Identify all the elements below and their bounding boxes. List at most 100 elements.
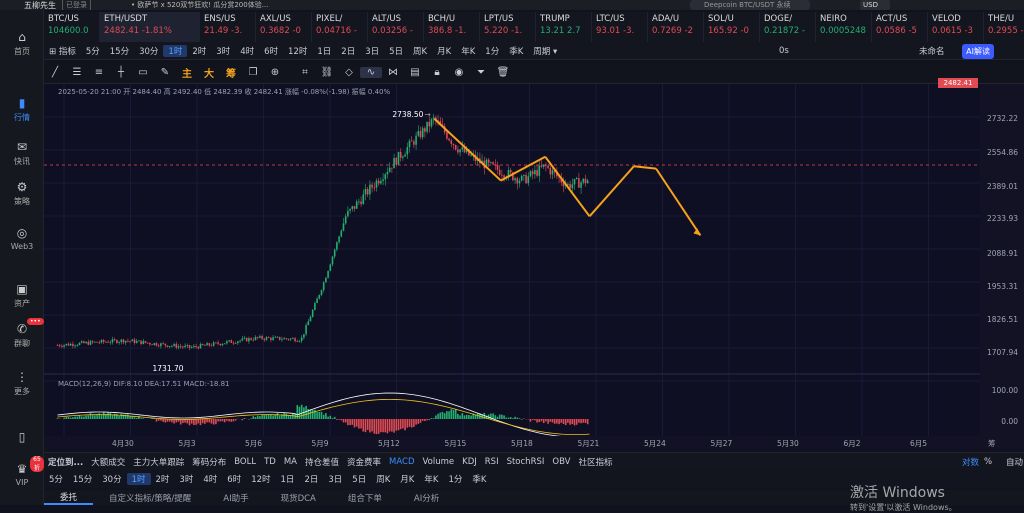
timeframe-18[interactable]: 季K [504,45,528,57]
indicator-15[interactable]: 社区指标 [574,456,616,468]
timeframe-11[interactable]: 2日 [336,45,360,57]
price-axis[interactable]: 2732.222554.862389.012233.932088.911953.… [980,84,1024,436]
bottom-period-2[interactable]: 30分 [97,473,126,485]
visible-icon[interactable]: ◉ [448,67,470,78]
link-icon[interactable]: ⛓ [316,67,338,78]
pen-icon[interactable]: ✎ [154,67,176,78]
copy-icon[interactable]: ❐ [242,67,264,78]
fib-icon[interactable]: ≡ [88,67,110,78]
timeframe-12[interactable]: 3日 [360,45,384,57]
indicator-6[interactable]: MA [280,457,301,467]
ticker-4[interactable]: PIXEL/0.04716 - [312,12,368,42]
indicator-7[interactable]: 持仓差值 [301,456,343,468]
timeframe-6[interactable]: 3时 [211,45,235,57]
bottom-period-12[interactable]: 5日 [347,473,371,485]
timeframe-7[interactable]: 4时 [235,45,259,57]
ticker-11[interactable]: SOL/U165.92 -0 [704,12,760,42]
rectangle-icon[interactable]: ▭ [132,67,154,78]
bottom-period-8[interactable]: 12时 [246,473,275,485]
filter-icon[interactable]: ⏷ [470,67,492,78]
timeframe-15[interactable]: 月K [432,45,456,57]
search-input[interactable]: Deepcoin BTC/USDT 永续 [690,0,810,10]
main-force-tool[interactable]: 主 [176,65,198,80]
indicator-14[interactable]: OBV [548,457,574,467]
period-dropdown[interactable]: 周期 ▾ [528,45,562,57]
sidebar-item-9[interactable]: ♛VIP65折 [0,462,44,487]
indicator-11[interactable]: KDJ [458,457,481,467]
sidebar-item-6[interactable]: ✆群聊••• [0,322,44,349]
indicator-8[interactable]: 资金费率 [343,456,385,468]
sidebar-item-7[interactable]: ⋮更多 [0,370,44,397]
timeframe-2[interactable]: 15分 [105,45,134,57]
indicator-9[interactable]: MACD [385,457,418,467]
indicator-right-2[interactable]: 自动 [1002,456,1024,468]
ticker-10[interactable]: ADA/U0.7269 -2 [648,12,704,42]
horizontal-lines-icon[interactable]: ☰ [66,67,88,78]
plus-icon[interactable]: ⊕ [264,67,286,78]
indicator-5[interactable]: TD [260,457,280,467]
ticker-13[interactable]: NEIRO0.0005248 [816,12,872,42]
ticker-12[interactable]: DOGE/0.21872 - [760,12,816,42]
timeframe-13[interactable]: 5日 [384,45,408,57]
bottom-tab-3[interactable]: 现货DCA [265,492,332,504]
bottom-period-7[interactable]: 6时 [222,473,246,485]
clipboard-icon[interactable]: ▤ [404,67,426,78]
promo-notice[interactable]: • 欧萨节 x 520双节狂欢! 瓜分赏200体验... [131,0,268,10]
timeframe-16[interactable]: 年K [456,45,480,57]
sidebar-item-3[interactable]: ⚙策略 [0,180,44,207]
indicator-button[interactable]: ⊞ 指标 [44,45,81,57]
indicator-12[interactable]: RSI [481,457,503,467]
ticker-7[interactable]: LPT/US5.220 -1. [480,12,536,42]
bottom-period-13[interactable]: 周K [371,473,395,485]
timeframe-3[interactable]: 30分 [134,45,163,57]
timeframe-10[interactable]: 1日 [312,45,336,57]
ticker-16[interactable]: THE/U0.2955 -2 [984,12,1024,42]
ticker-15[interactable]: VELOD0.0615 -3 [928,12,984,42]
bottom-tab-1[interactable]: 自定义指标/策略/提醒 [93,492,207,504]
lock-icon[interactable]: 🔒︎ [426,67,448,78]
ticker-8[interactable]: TRUMP13.21 2.7 [536,12,592,42]
bottom-tab-4[interactable]: 组合下单 [332,492,398,504]
bottom-period-4[interactable]: 2时 [151,473,175,485]
sidebar-item-0[interactable]: ⌂首页 [0,30,44,57]
bottom-tab-5[interactable]: AI分析 [398,492,455,504]
bottom-period-17[interactable]: 季K [467,473,491,485]
ticker-14[interactable]: ACT/US0.0586 -5 [872,12,928,42]
timeframe-17[interactable]: 1分 [480,45,504,57]
erase-icon[interactable]: ◇ [338,67,360,78]
timeframe-8[interactable]: 6时 [259,45,283,57]
bottom-period-16[interactable]: 1分 [443,473,467,485]
indicator-3[interactable]: 筹码分布 [188,456,230,468]
bottom-tab-0[interactable]: 委托 [44,491,93,505]
indicator-2[interactable]: 主力大单跟踪 [129,456,188,468]
time-axis[interactable]: 4月305月35月65月95月125月155月185月215月245月275月3… [44,436,1024,450]
price-chart[interactable]: 2738.50→1731.70 2025-05-20 21:00 开 2484.… [44,84,980,436]
ticker-9[interactable]: LTC/US93.01 -3. [592,12,648,42]
trend-line-icon[interactable]: ╱ [44,67,66,78]
ticker-5[interactable]: ALT/US0.03256 - [368,12,424,42]
ticker-0[interactable]: BTC/US104600.0 [44,12,100,42]
indicator-13[interactable]: StochRSI [503,457,549,467]
bottom-period-11[interactable]: 3日 [323,473,347,485]
sidebar-item-4[interactable]: ◎Web3 [0,226,44,251]
sidebar-item-2[interactable]: ✉快讯 [0,140,44,167]
cursor-icon[interactable]: ⌗ [294,67,316,78]
ai-analysis-button[interactable]: AI解读 [962,44,994,59]
chips-tool[interactable]: 筹 [220,65,242,80]
sidebar-item-8[interactable]: ▯ [0,430,44,446]
trash-icon[interactable]: 🗑︎ [492,67,514,78]
sidebar-item-1[interactable]: ▮行情 [0,96,44,123]
ticker-1[interactable]: ETH/USDT2482.41 -1.81% [100,12,200,42]
h-ray-icon[interactable]: ┼ [110,67,132,78]
pattern-icon[interactable]: ⋈ [382,67,404,78]
layout-name[interactable]: 未命名 [914,45,950,57]
timeframe-5[interactable]: 2时 [187,45,211,57]
timeframe-4[interactable]: 1时 [163,45,187,57]
bottom-period-5[interactable]: 3时 [174,473,198,485]
bottom-period-10[interactable]: 2日 [299,473,323,485]
indicator-right-1[interactable]: % [980,457,996,467]
indicator-1[interactable]: 大额成交 [87,456,129,468]
ticker-2[interactable]: ENS/US21.49 -3. [200,12,256,42]
sidebar-item-5[interactable]: ▣资产 [0,282,44,309]
bottom-period-6[interactable]: 4时 [198,473,222,485]
